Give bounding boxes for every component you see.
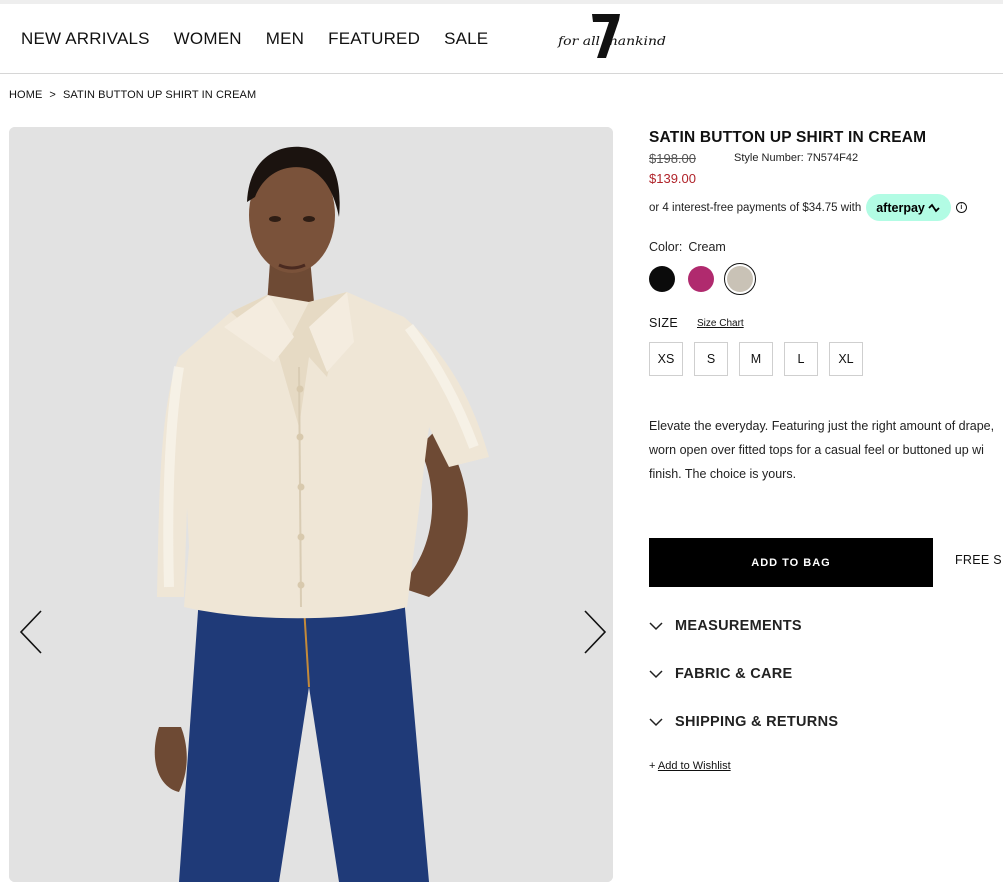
product-image-gallery[interactable] <box>9 127 613 882</box>
nav-women[interactable]: WOMEN <box>174 29 242 49</box>
product-description: Elevate the everyday. Featuring just the… <box>649 414 1003 486</box>
wishlist-label: Add to Wishlist <box>657 760 731 772</box>
style-number: Style Number: 7N574F42 <box>734 152 859 164</box>
color-swatch-black[interactable] <box>649 266 675 292</box>
add-to-bag-button[interactable]: ADD TO BAG <box>649 538 933 587</box>
size-option-xl[interactable]: XL <box>829 342 863 376</box>
accordion-label: FABRIC & CARE <box>675 666 793 682</box>
color-swatch-cream[interactable] <box>724 263 756 295</box>
gallery-prev-icon[interactable] <box>17 607 47 657</box>
color-swatches <box>649 263 766 295</box>
product-photo <box>9 127 613 882</box>
afterpay-badge[interactable]: afterpay <box>866 194 951 221</box>
accordion-label: SHIPPING & RETURNS <box>675 714 839 730</box>
nav-sale[interactable]: SALE <box>444 29 488 49</box>
main-nav: NEW ARRIVALS WOMEN MEN FEATURED SALE <box>21 4 512 74</box>
description-line: Elevate the everyday. Featuring just the… <box>649 419 995 433</box>
accordion-measurements[interactable]: MEASUREMENTS <box>649 618 802 634</box>
free-shipping-text: FREE SH <box>955 553 1003 567</box>
breadcrumb-separator: > <box>49 89 56 101</box>
sale-price: $139.00 <box>649 171 696 186</box>
nav-featured[interactable]: FEATURED <box>328 29 420 49</box>
chevron-down-icon <box>649 621 663 630</box>
breadcrumb-current: SATIN BUTTON UP SHIRT IN CREAM <box>62 89 257 101</box>
gallery-next-icon[interactable] <box>579 607 609 657</box>
size-chart-link[interactable]: Size Chart <box>697 318 744 329</box>
description-line: worn open over fitted tops for a casual … <box>649 443 984 457</box>
size-option-xs[interactable]: XS <box>649 342 683 376</box>
site-header: NEW ARRIVALS WOMEN MEN FEATURED SALE for… <box>0 4 1003 74</box>
info-icon[interactable]: i <box>955 202 967 213</box>
accordion-fabric-care[interactable]: FABRIC & CARE <box>649 666 793 682</box>
chevron-down-icon <box>649 717 663 726</box>
brand-logo[interactable]: for all mankind <box>556 12 670 60</box>
wishlist-plus-icon: + <box>649 760 656 772</box>
color-label-text: Color: <box>649 240 683 254</box>
chevron-down-icon <box>649 669 663 678</box>
afterpay-row: or 4 interest-free payments of $34.75 wi… <box>649 194 967 221</box>
selected-color-value: Cream <box>688 240 726 254</box>
color-swatch-magenta[interactable] <box>688 266 714 292</box>
afterpay-loop-icon <box>928 203 940 212</box>
color-label: Color: Cream <box>649 240 726 254</box>
description-line: finish. The choice is yours. <box>649 467 797 481</box>
size-option-l[interactable]: L <box>784 342 818 376</box>
breadcrumb: HOME > SATIN BUTTON UP SHIRT IN CREAM <box>9 89 256 101</box>
size-selector: XS S M L XL <box>649 342 874 376</box>
accordion-shipping-returns[interactable]: SHIPPING & RETURNS <box>649 714 838 730</box>
original-price: $198.00 <box>649 151 696 166</box>
afterpay-brand: afterpay <box>876 200 925 215</box>
size-label: SIZE <box>649 316 678 330</box>
size-option-s[interactable]: S <box>694 342 728 376</box>
add-to-wishlist-link[interactable]: + Add to Wishlist <box>649 760 731 772</box>
nav-new-arrivals[interactable]: NEW ARRIVALS <box>21 29 150 49</box>
accordion-label: MEASUREMENTS <box>675 618 802 634</box>
afterpay-text: or 4 interest-free payments of $34.75 wi… <box>649 201 862 214</box>
size-option-m[interactable]: M <box>739 342 773 376</box>
product-title: SATIN BUTTON UP SHIRT IN CREAM <box>649 129 927 146</box>
breadcrumb-home[interactable]: HOME <box>9 89 42 101</box>
nav-men[interactable]: MEN <box>266 29 304 49</box>
